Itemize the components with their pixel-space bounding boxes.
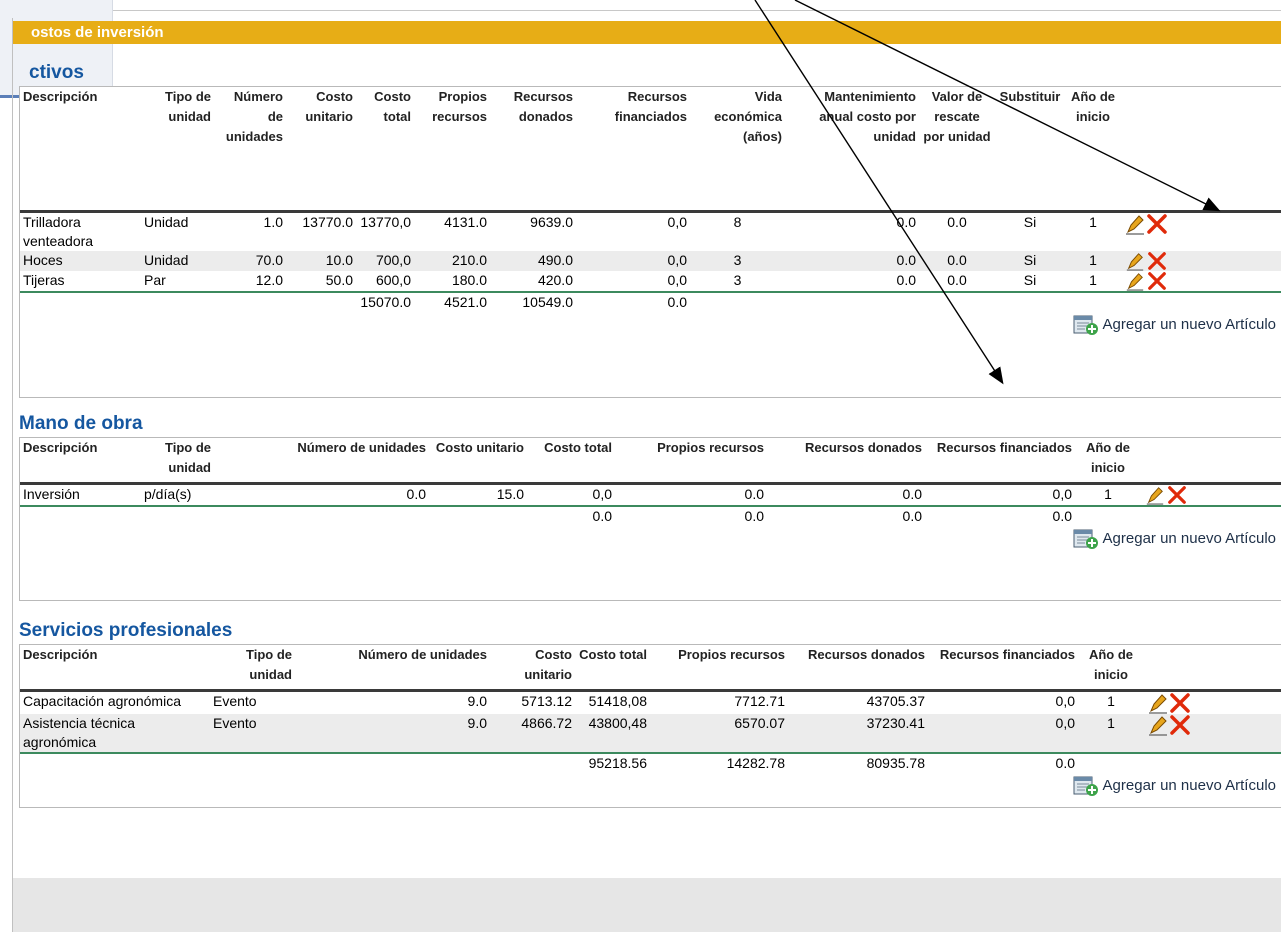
annotation-arrows — [754, 0, 1221, 385]
arrow-to-edit-icon — [794, 0, 1221, 212]
arrow-to-add-item — [754, 0, 1004, 385]
